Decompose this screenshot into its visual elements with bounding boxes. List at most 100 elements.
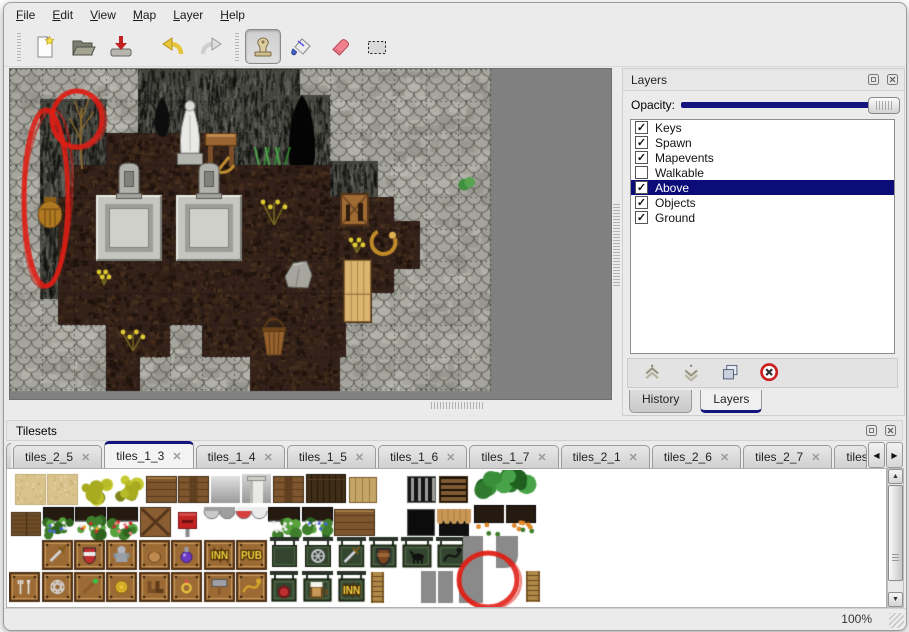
tileset-tab-tiles_2[interactable]: tiles_2✕	[834, 445, 867, 468]
duplicate-layer-icon	[720, 362, 742, 384]
tab-close-icon[interactable]: ✕	[446, 451, 455, 464]
layer-label: Walkable	[655, 166, 704, 180]
tab-close-icon[interactable]: ✕	[81, 451, 90, 464]
delete-layer-icon	[759, 362, 781, 384]
tab-layers[interactable]: Layers	[700, 390, 762, 413]
vertical-splitter-handle[interactable]	[613, 204, 620, 286]
menu-item-map[interactable]: Map	[133, 8, 156, 22]
layer-visibility-checkbox[interactable]: ✓	[635, 151, 648, 164]
opacity-slider-track[interactable]	[681, 102, 898, 108]
layer-row-ground[interactable]: ✓Ground	[631, 210, 894, 225]
tab-close-icon[interactable]: ✕	[172, 450, 181, 463]
layer-label: Keys	[655, 121, 682, 135]
horizontal-splitter-handle[interactable]	[431, 402, 483, 409]
layer-label: Spawn	[655, 136, 692, 150]
layer-visibility-checkbox[interactable]: ✓	[635, 136, 648, 149]
eraser-icon	[326, 34, 352, 60]
toolbar-button-open[interactable]	[65, 29, 101, 64]
tilesets-float-button[interactable]	[864, 424, 879, 438]
opacity-label: Opacity:	[631, 98, 681, 112]
tileset-content[interactable]	[6, 468, 887, 608]
tab-close-icon[interactable]: ✕	[264, 451, 273, 464]
scroll-up-button[interactable]: ▲	[888, 469, 903, 484]
layer-row-above[interactable]: ✓Above	[631, 180, 894, 195]
tileset-tab-tiles_1_7[interactable]: tiles_1_7 ✕	[469, 445, 558, 468]
float-panel-icon	[867, 73, 880, 86]
layers-panel-titlebar: Layers	[623, 69, 904, 91]
layer-row-keys[interactable]: ✓ Keys	[631, 120, 894, 135]
toolbar-grip	[235, 33, 239, 61]
raise-layer-button[interactable]	[640, 360, 666, 386]
tileset-tab-tiles_2_7[interactable]: tiles_2_7✕	[743, 445, 832, 468]
tileset-tab-tiles_2_5[interactable]: tiles_2_5✕	[13, 445, 102, 468]
toolbar-button-save[interactable]	[103, 29, 139, 64]
layer-row-objects[interactable]: ✓Objects	[631, 195, 894, 210]
layer-actions-bar	[627, 358, 898, 388]
toolbar-button-eraser[interactable]	[321, 29, 357, 64]
opacity-slider-handle[interactable]	[868, 97, 900, 114]
float-panel-icon	[865, 424, 878, 437]
tab-scroll-arrows: ◀▶	[867, 442, 903, 468]
scroll-down-button[interactable]: ▼	[888, 592, 903, 607]
tab-close-icon[interactable]: ✕	[355, 451, 364, 464]
menu-bar: File Edit View Map Layer Help	[4, 3, 906, 27]
tileset-canvas[interactable]	[9, 470, 886, 608]
toolbar-button-redo[interactable]	[193, 29, 229, 64]
tilesets-panel-title: Tilesets	[16, 424, 864, 438]
close-panel-button[interactable]	[885, 73, 900, 87]
menu-item-view[interactable]: View	[90, 8, 116, 22]
zoom-level: 100%	[841, 612, 872, 626]
delete-layer-button[interactable]	[757, 360, 783, 386]
lower-layer-button[interactable]	[679, 360, 705, 386]
layer-visibility-checkbox[interactable]	[635, 166, 648, 179]
resize-grip[interactable]	[889, 613, 904, 628]
scrollbar-thumb[interactable]	[888, 485, 903, 581]
menu-item-edit[interactable]: Edit	[52, 8, 73, 22]
toolbar-button-stamp[interactable]	[245, 29, 281, 64]
new-file-icon	[32, 34, 58, 60]
tileset-scrollbar[interactable]: ▲ ▼	[887, 468, 904, 608]
raise-layer-icon	[642, 362, 664, 384]
layer-visibility-checkbox[interactable]: ✓	[635, 211, 648, 224]
tileset-tab-label: tiles_1_7	[481, 450, 529, 464]
layer-visibility-checkbox[interactable]: ✓	[635, 196, 648, 209]
layer-row-mapevents[interactable]: ✓Mapevents	[631, 150, 894, 165]
menu-item-layer[interactable]: Layer	[173, 8, 203, 22]
tab-history[interactable]: History	[629, 390, 692, 413]
tab-close-icon[interactable]: ✕	[811, 451, 820, 464]
tileset-tab-label: tiles_2_6	[664, 450, 712, 464]
lower-layer-icon	[681, 362, 703, 384]
tab-close-icon[interactable]: ✕	[629, 451, 638, 464]
tileset-tab-tiles_1_6[interactable]: tiles_1_6✕	[378, 445, 467, 468]
layer-visibility-checkbox[interactable]: ✓	[635, 181, 648, 194]
tab-close-icon[interactable]: ✕	[720, 451, 729, 464]
toolbar-button-undo[interactable]	[155, 29, 191, 64]
menu-item-file[interactable]: File	[16, 8, 35, 22]
layer-visibility-checkbox[interactable]: ✓	[635, 121, 648, 134]
layer-row-walkable[interactable]: Walkable	[631, 165, 894, 180]
map-canvas[interactable]	[10, 69, 611, 399]
map-view[interactable]	[9, 68, 612, 400]
tilesets-close-button[interactable]	[883, 424, 898, 438]
stamp-tool-icon	[250, 34, 276, 60]
float-panel-button[interactable]	[866, 73, 881, 87]
tileset-tab-tiles_1_5[interactable]: tiles_1_5 ✕	[287, 445, 376, 468]
toolbar-button-new[interactable]	[27, 29, 63, 64]
tab-scroll-right-button[interactable]: ▶	[886, 442, 903, 468]
tab-scroll-left-button[interactable]: ◀	[868, 442, 885, 468]
toolbar-grip	[17, 33, 21, 61]
tileset-tab-tiles_2_1[interactable]: tiles_2_1✕	[561, 445, 650, 468]
opacity-row: Opacity:	[623, 94, 904, 116]
layers-panel-title: Layers	[631, 73, 866, 87]
duplicate-layer-button[interactable]	[718, 360, 744, 386]
opacity-slider[interactable]	[681, 97, 898, 113]
tileset-tab-tiles_1_4[interactable]: tiles_1_4✕	[196, 445, 285, 468]
toolbar-button-fill[interactable]	[283, 29, 319, 64]
layer-row-spawn[interactable]: ✓ Spawn	[631, 135, 894, 150]
tileset-tab-tiles_2_6[interactable]: tiles_2_6 ✕	[652, 445, 741, 468]
menu-item-help[interactable]: Help	[220, 8, 245, 22]
tileset-tab-tiles_1_3[interactable]: tiles_1_3✕	[104, 441, 193, 468]
tileset-tab-label: tiles_1_5	[299, 450, 347, 464]
tab-close-icon[interactable]: ✕	[537, 451, 546, 464]
toolbar-button-select[interactable]	[359, 29, 395, 64]
